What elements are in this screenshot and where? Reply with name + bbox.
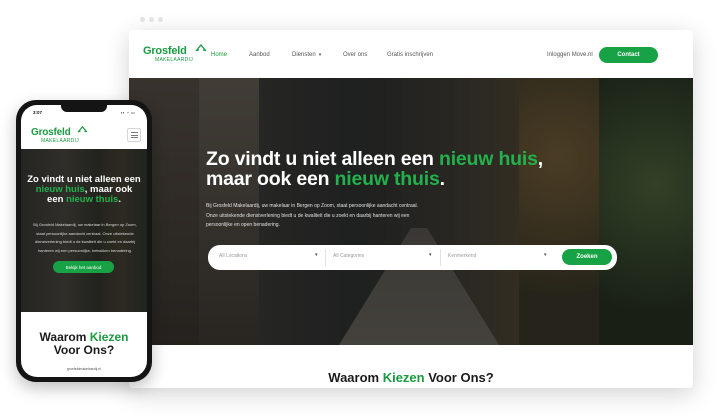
status-time: 3:07	[33, 110, 43, 115]
hero-title-part: .	[439, 168, 445, 190]
house-roof-icon	[77, 125, 88, 133]
chevron-down-icon: ▾	[544, 252, 547, 258]
hero-title-highlight: nieuw thuis	[66, 194, 119, 205]
phone-hero-paragraph: Bij Grosfeld Makelaardij, uw makelaar in…	[33, 222, 137, 253]
hero-title-part: Zo vindt u niet alleen een	[206, 148, 439, 170]
property-search-bar: All Locations ▾ All Categories ▾ Kenmerk…	[208, 245, 617, 270]
divider	[440, 249, 441, 266]
section-title: Waarom Kiezen Voor Ons?	[129, 370, 693, 385]
brand-subtitle: MAKELAARDIJ	[41, 138, 80, 144]
hero-title-part: .	[118, 194, 121, 205]
status-icons: ▪▪ ◔ ▭	[121, 110, 136, 115]
hero-title-part: maar ook een	[206, 168, 335, 190]
hero-title-part: ,	[537, 148, 543, 170]
window-dots	[140, 17, 163, 22]
search-button[interactable]: Zoeken	[562, 249, 612, 265]
chevron-down-icon: ▾	[315, 252, 318, 258]
brand-logo[interactable]: Grosfeld MAKELAARDIJ	[143, 43, 207, 63]
phone-hero-title: Zo vindt u niet alleen een nieuw huis, m…	[27, 175, 141, 205]
section-title-highlight: Kiezen	[89, 330, 129, 344]
phone-section-title: Waarom Kiezen Voor Ons?	[21, 331, 147, 357]
chevron-down-icon: ▾	[429, 252, 432, 258]
hero-title: Zo vindt u niet alleen een nieuw huis, m…	[206, 149, 586, 189]
chevron-down-icon: ▾	[318, 52, 322, 58]
section-title-highlight: Kiezen	[382, 370, 425, 385]
hero-title-highlight: nieuw huis	[438, 148, 538, 170]
keyword-select[interactable]: Kenmerkend	[448, 253, 476, 259]
hero-paragraph: Bij Grosfeld Makelaardij, uw makelaar in…	[206, 203, 419, 228]
nav-diensten-label: Diensten	[292, 52, 316, 58]
phone-notch	[61, 105, 107, 112]
nav-diensten[interactable]: Diensten ▾	[292, 52, 321, 58]
section-title-part: Waarom	[39, 330, 90, 344]
phone-mockup: 3:07 ▪▪ ◔ ▭ Grosfeld MAKELAARDIJ Zo vind…	[16, 100, 152, 382]
hamburger-menu-icon[interactable]	[127, 128, 141, 142]
desktop-navbar: Grosfeld MAKELAARDIJ Home Aanbod Dienste…	[129, 30, 693, 78]
nav-gratis-inschrijven[interactable]: Gratis inschrijven	[387, 52, 433, 58]
desktop-browser-mockup: Grosfeld MAKELAARDIJ Home Aanbod Dienste…	[129, 30, 693, 388]
brand-logo[interactable]: Grosfeld MAKELAARDIJ	[31, 125, 88, 144]
brand-name: Grosfeld	[31, 127, 71, 138]
phone-screen: 3:07 ▪▪ ◔ ▭ Grosfeld MAKELAARDIJ Zo vind…	[21, 105, 147, 377]
nav-aanbod[interactable]: Aanbod	[249, 52, 270, 58]
category-select[interactable]: All Categories	[333, 253, 364, 259]
location-select[interactable]: All Locations	[219, 253, 247, 259]
divider	[325, 249, 326, 266]
nav-home[interactable]: Home	[211, 52, 227, 58]
showcase-stage: Grosfeld MAKELAARDIJ Home Aanbod Dienste…	[0, 0, 720, 416]
brand-name: Grosfeld	[143, 45, 187, 57]
hero-section: Zo vindt u niet alleen een nieuw huis, m…	[129, 78, 693, 345]
login-link[interactable]: Inloggen Move.nl	[547, 52, 593, 58]
nav-over-ons[interactable]: Over ons	[343, 52, 367, 58]
house-roof-icon	[195, 43, 207, 52]
view-listings-button[interactable]: Bekijk het aanbod	[53, 261, 114, 273]
browser-url: grosfeldmakelaardij.nl	[66, 367, 102, 371]
section-title-part: Voor Ons?	[53, 343, 115, 357]
section-title-part: Voor Ons?	[424, 370, 494, 385]
hero-title-highlight: nieuw thuis	[334, 168, 440, 190]
contact-button[interactable]: Contact	[599, 47, 658, 63]
brand-subtitle: MAKELAARDIJ	[155, 57, 194, 63]
section-title-part: Waarom	[328, 370, 383, 385]
phone-hero-section: Zo vindt u niet alleen een nieuw huis, m…	[21, 149, 147, 312]
